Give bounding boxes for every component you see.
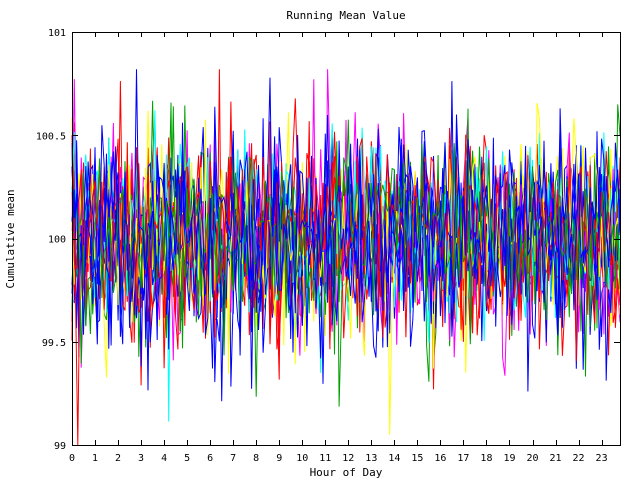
y-tick-label: 100.5 [36, 131, 66, 142]
x-tick-label: 0 [69, 453, 75, 464]
x-tick-label: 15 [411, 453, 423, 464]
x-tick-label: 14 [388, 453, 400, 464]
x-tick-label: 12 [342, 453, 354, 464]
x-tick-label: 22 [573, 453, 585, 464]
x-tick-label: 16 [434, 453, 446, 464]
y-axis-label: Cumulative mean [4, 189, 17, 288]
chart: Running Mean Value 9999.5100100.5101 012… [0, 0, 640, 480]
x-tick-label: 18 [480, 453, 492, 464]
y-tick-label: 99 [54, 441, 66, 452]
y-tick-label: 101 [48, 28, 66, 39]
x-tick-label: 17 [457, 453, 469, 464]
x-tick-label: 23 [596, 453, 608, 464]
x-tick-label: 10 [296, 453, 308, 464]
x-tick-label: 7 [230, 453, 236, 464]
x-tick-label: 5 [184, 453, 190, 464]
x-tick-label: 2 [115, 453, 121, 464]
x-tick-label: 13 [365, 453, 377, 464]
y-tick-label: 99.5 [42, 338, 66, 349]
x-tick-label: 3 [138, 453, 144, 464]
x-tick-label: 4 [161, 453, 167, 464]
x-tick-label: 9 [276, 453, 282, 464]
x-tick-label: 6 [207, 453, 213, 464]
x-axis-label: Hour of Day [310, 466, 383, 479]
y-tick-label: 100 [48, 235, 66, 246]
x-tick-label: 20 [526, 453, 538, 464]
x-tick-label: 21 [550, 453, 562, 464]
x-tick-label: 8 [253, 453, 259, 464]
x-tick-label: 1 [92, 453, 98, 464]
x-tick-label: 19 [503, 453, 515, 464]
chart-title: Running Mean Value [286, 9, 405, 22]
x-tick-label: 11 [319, 453, 331, 464]
